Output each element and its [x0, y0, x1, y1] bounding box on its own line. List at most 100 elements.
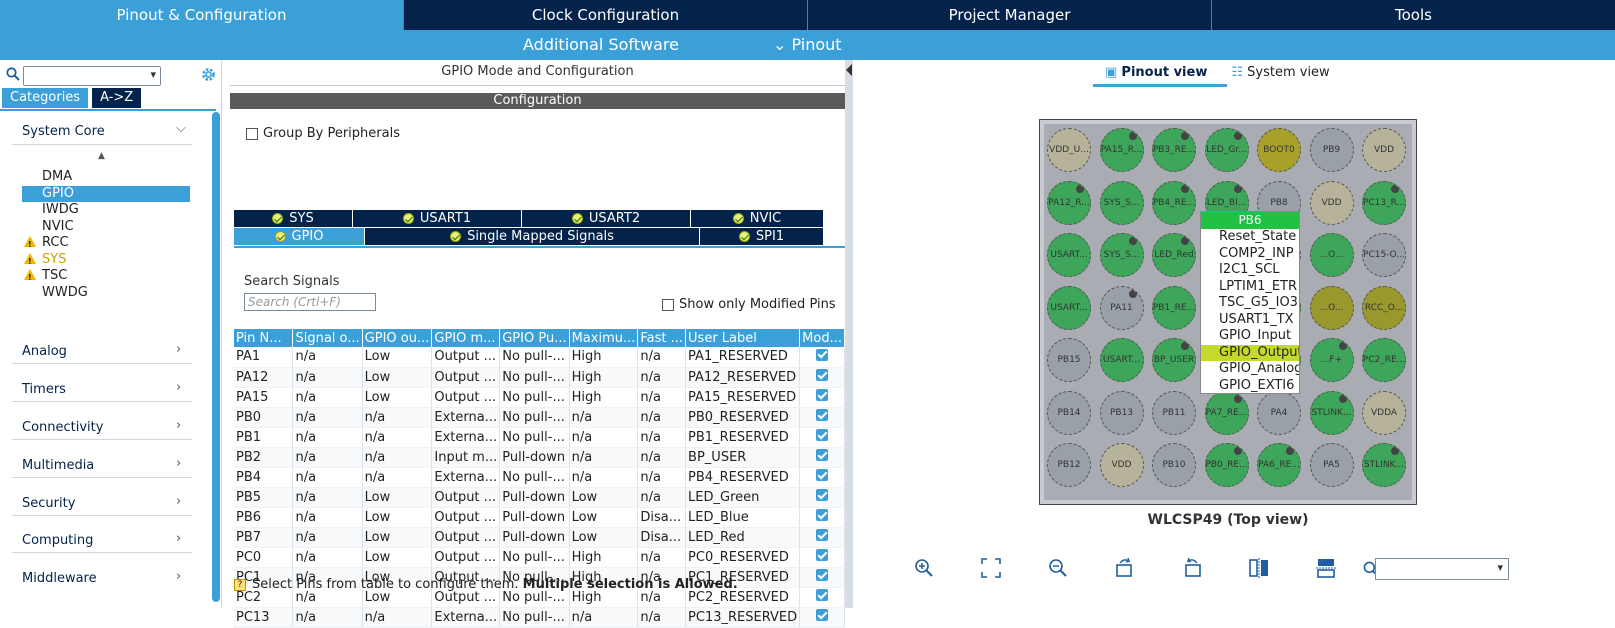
column-header[interactable]: Maximu...	[569, 329, 639, 347]
panel-splitter[interactable]	[845, 60, 853, 608]
modified-checkbox[interactable]	[816, 449, 829, 461]
zoom-out-icon[interactable]	[1047, 557, 1069, 579]
category-item-sys[interactable]: SYS	[22, 252, 190, 270]
chip-pin[interactable]: VDD_U...	[1047, 128, 1091, 172]
chip-pin[interactable]: LED_Gr...	[1204, 128, 1249, 172]
chevron-right-icon[interactable]: ›	[176, 380, 181, 395]
chip-pin[interactable]: PB13	[1099, 390, 1144, 435]
chip-pin[interactable]: BOOT0	[1257, 128, 1301, 172]
chip-pin[interactable]: SYS_S...	[1099, 233, 1144, 277]
table-row[interactable]: PA1 n/a Low Output ... No pull-... High n/a PA1…	[234, 347, 845, 368]
table-row[interactable]: PB4 n/a n/a Externa... No pull-... n/a n/a PB4_…	[234, 467, 845, 488]
table-row[interactable]: PB0 n/a n/a Externa... No pull-... n/a n/a PB0_…	[234, 407, 845, 428]
section-multimedia[interactable]: Multimedia	[22, 458, 94, 473]
column-header[interactable]: GPIO m...	[431, 329, 501, 347]
chip-pin[interactable]: ...F+	[1309, 338, 1354, 382]
chip-pin[interactable]: ...O...	[1309, 233, 1354, 277]
column-header[interactable]: Pin N...	[234, 329, 294, 347]
modified-checkbox[interactable]	[816, 369, 829, 381]
tab-a-to-z[interactable]: A->Z	[92, 88, 142, 108]
flip-vertical-icon[interactable]	[1248, 557, 1270, 579]
category-item-gpio[interactable]: GPIO	[22, 186, 190, 202]
context-menu-item[interactable]: COMP2_INP	[1201, 246, 1299, 263]
chip-pin[interactable]: PB15	[1047, 338, 1091, 382]
modified-checkbox[interactable]	[816, 529, 829, 541]
chip-pin[interactable]: PC2_RE...	[1362, 338, 1406, 382]
tab-project-manager[interactable]: Project Manager	[808, 0, 1212, 30]
table-row[interactable]: PC0 n/a Low Output ... No pull-... High n/a PC0…	[234, 547, 845, 568]
modified-cell[interactable]	[799, 527, 845, 548]
chip-pin[interactable]: VDD	[1099, 443, 1144, 487]
search-signals-input[interactable]: Search (Crtl+F)	[244, 293, 376, 311]
chip-pin[interactable]: PB14	[1047, 390, 1091, 435]
chevron-right-icon[interactable]: ›	[176, 569, 181, 584]
context-menu-item[interactable]: TSC_G5_IO3	[1201, 295, 1299, 312]
periph-tab-sys[interactable]: SYS	[234, 210, 353, 227]
modified-checkbox[interactable]	[816, 469, 829, 481]
modified-checkbox[interactable]	[816, 389, 829, 401]
context-menu-item[interactable]: USART1_TX	[1201, 312, 1299, 329]
chip-pin[interactable]: PA12_R...	[1047, 180, 1091, 225]
chip-pin[interactable]: PB11	[1152, 390, 1196, 435]
table-row[interactable]: PB7 n/a Low Output ... Pull-down Low Disa... LE…	[234, 527, 845, 548]
modified-cell[interactable]	[799, 587, 845, 608]
modified-cell[interactable]	[799, 547, 845, 568]
chip-pin[interactable]: PB3_RE...	[1152, 128, 1196, 172]
modified-checkbox[interactable]	[816, 589, 829, 601]
chip-pin[interactable]: STLINK...	[1362, 443, 1406, 487]
zoom-in-icon[interactable]	[913, 557, 935, 579]
periph-tab-spi1[interactable]: SPI1	[700, 228, 823, 245]
flip-horizontal-icon[interactable]	[1315, 557, 1337, 579]
rotate-left-icon[interactable]	[1181, 557, 1203, 579]
chevron-right-icon[interactable]: ›	[176, 418, 181, 433]
table-row[interactable]: PA12 n/a Low Output ... No pull-... High n/a PA…	[234, 367, 845, 388]
context-menu-item[interactable]: Reset_State	[1201, 229, 1299, 246]
modified-cell[interactable]	[799, 367, 845, 388]
group-by-peripherals[interactable]: Group By Peripherals	[246, 126, 400, 141]
chevron-right-icon[interactable]: ›	[176, 342, 181, 357]
table-row[interactable]: PB6 n/a Low Output ... Pull-down Low Disa... LE…	[234, 507, 845, 528]
modified-checkbox[interactable]	[816, 409, 829, 421]
chip-pin[interactable]: BP_USER	[1152, 338, 1196, 382]
chip-pin[interactable]: USART...	[1099, 338, 1144, 382]
collapse-left-icon[interactable]	[846, 64, 852, 76]
context-menu-item[interactable]: GPIO_Input	[1201, 328, 1299, 345]
modified-checkbox[interactable]	[816, 509, 829, 521]
chip-pin[interactable]: PB9	[1309, 128, 1354, 172]
chip-pin[interactable]: PA6_RE...	[1257, 443, 1301, 487]
modified-checkbox[interactable]	[816, 489, 829, 501]
table-row[interactable]: PA15 n/a Low Output ... No pull-... High n/a PA…	[234, 387, 845, 408]
modified-cell[interactable]	[799, 607, 845, 628]
chip-pin[interactable]: PB0_RE...	[1204, 443, 1249, 487]
modified-cell[interactable]	[799, 387, 845, 408]
chip-pin[interactable]: USART...	[1047, 233, 1091, 277]
chip-pin[interactable]: PB1_RE...	[1152, 285, 1196, 330]
column-header[interactable]: Fast ...	[637, 329, 687, 347]
modified-cell[interactable]	[799, 467, 845, 488]
modified-cell[interactable]	[799, 567, 845, 588]
tab-tools[interactable]: Tools	[1212, 0, 1615, 30]
section-security[interactable]: Security	[22, 496, 75, 511]
periph-tab-usart2[interactable]: USART2	[522, 210, 691, 227]
table-row[interactable]: PB5 n/a Low Output ... Pull-down Low n/a LED_Gr…	[234, 487, 845, 508]
column-header[interactable]: User Label	[685, 329, 801, 347]
context-menu-item[interactable]: GPIO_Output	[1201, 344, 1299, 361]
category-search-combo[interactable]: ▾	[23, 66, 161, 86]
context-menu-item[interactable]: GPIO_EXTI6	[1201, 378, 1299, 395]
chevron-right-icon[interactable]: ›	[176, 494, 181, 509]
column-header[interactable]: GPIO Pu...	[499, 329, 570, 347]
chevron-down-icon[interactable]: ⌵	[176, 121, 186, 136]
tab-pinout-configuration[interactable]: Pinout & Configuration	[0, 0, 404, 30]
chip-pin[interactable]: RCC_O...	[1362, 285, 1406, 330]
modified-checkbox[interactable]	[816, 348, 829, 361]
pin-search-combo[interactable]: ▾	[1375, 558, 1509, 580]
chip-pin[interactable]: SYS_S...	[1099, 180, 1144, 225]
periph-tab-gpio[interactable]: GPIO	[234, 228, 365, 245]
gear-icon[interactable]	[200, 66, 217, 83]
chevron-right-icon[interactable]: ›	[176, 531, 181, 546]
chip-pin[interactable]: USART...	[1047, 285, 1091, 330]
chevron-right-icon[interactable]: ›	[176, 456, 181, 471]
context-menu-item[interactable]: GPIO_Analog	[1201, 361, 1299, 378]
chip-pin[interactable]: PA4	[1257, 390, 1301, 435]
category-item-tsc[interactable]: TSC	[22, 268, 190, 286]
